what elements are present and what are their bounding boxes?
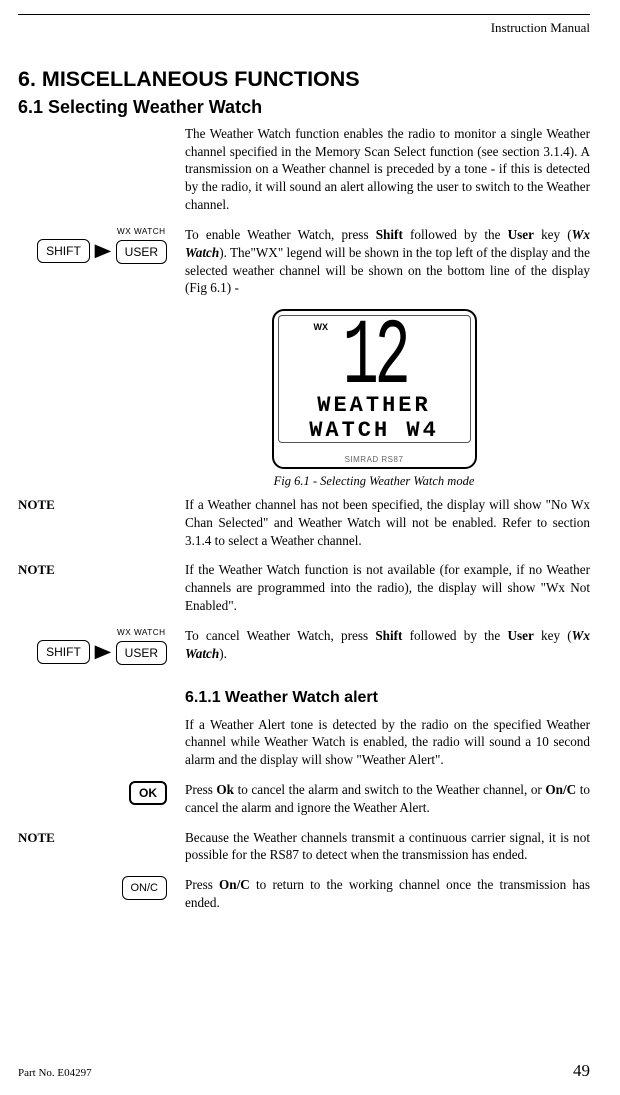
page-header: Instruction Manual [18,14,590,37]
figure-caption: Fig 6.1 - Selecting Weather Watch mode [158,473,590,490]
wx-watch-label: WX WATCH [117,226,166,238]
ok-key-icon: OK [129,781,167,805]
onc-key-icon: ON/C [122,876,168,900]
note-label: NOTE [18,496,55,514]
page-footer: Part No. E04297 49 [18,1060,590,1083]
paragraph-alert-intro: If a Weather Alert tone is detected by t… [185,716,590,769]
note-label: NOTE [18,561,55,579]
part-number: Part No. E04297 [18,1066,92,1081]
paragraph-note2: If the Weather Watch function is not ava… [185,561,590,614]
subsection-heading: 6.1 Selecting Weather Watch [18,95,590,119]
arrow-icon: ▶ [94,632,111,660]
user-key-icon: USER [116,240,167,264]
paragraph-onc-final: Press On/C to return to the working chan… [185,876,590,912]
lcd-line2: WATCH W4 [279,416,470,443]
paragraph-note3: Because the Weather channels transmit a … [185,829,590,865]
note-label: NOTE [18,829,55,847]
section-heading: 6. MISCELLANEOUS FUNCTIONS [18,65,590,94]
key-sequence: SHIFT ▶ WX WATCH USER [37,627,167,665]
shift-key-icon: SHIFT [37,640,90,664]
lcd-display: WX 12 WEATHER WATCH W4 SIMRAD RS87 [272,309,477,469]
wx-watch-label: WX WATCH [117,627,166,639]
page-number: 49 [573,1060,590,1083]
key-sequence: SHIFT ▶ WX WATCH USER [37,226,167,264]
paragraph-intro: The Weather Watch function enables the r… [185,125,590,214]
subsubsection-heading: 6.1.1 Weather Watch alert [185,687,590,709]
lcd-brand-label: SIMRAD RS87 [274,455,475,466]
arrow-icon: ▶ [94,231,111,259]
paragraph-enable: To enable Weather Watch, press Shift fol… [185,226,590,297]
user-key-icon: USER [116,641,167,665]
figure-6-1: WX 12 WEATHER WATCH W4 SIMRAD RS87 [18,309,590,469]
shift-key-icon: SHIFT [37,239,90,263]
paragraph-note1: If a Weather channel has not been specif… [185,496,590,549]
paragraph-cancel: To cancel Weather Watch, press Shift fol… [185,627,590,663]
paragraph-ok: Press Ok to cancel the alarm and switch … [185,781,590,817]
header-title: Instruction Manual [491,20,590,35]
